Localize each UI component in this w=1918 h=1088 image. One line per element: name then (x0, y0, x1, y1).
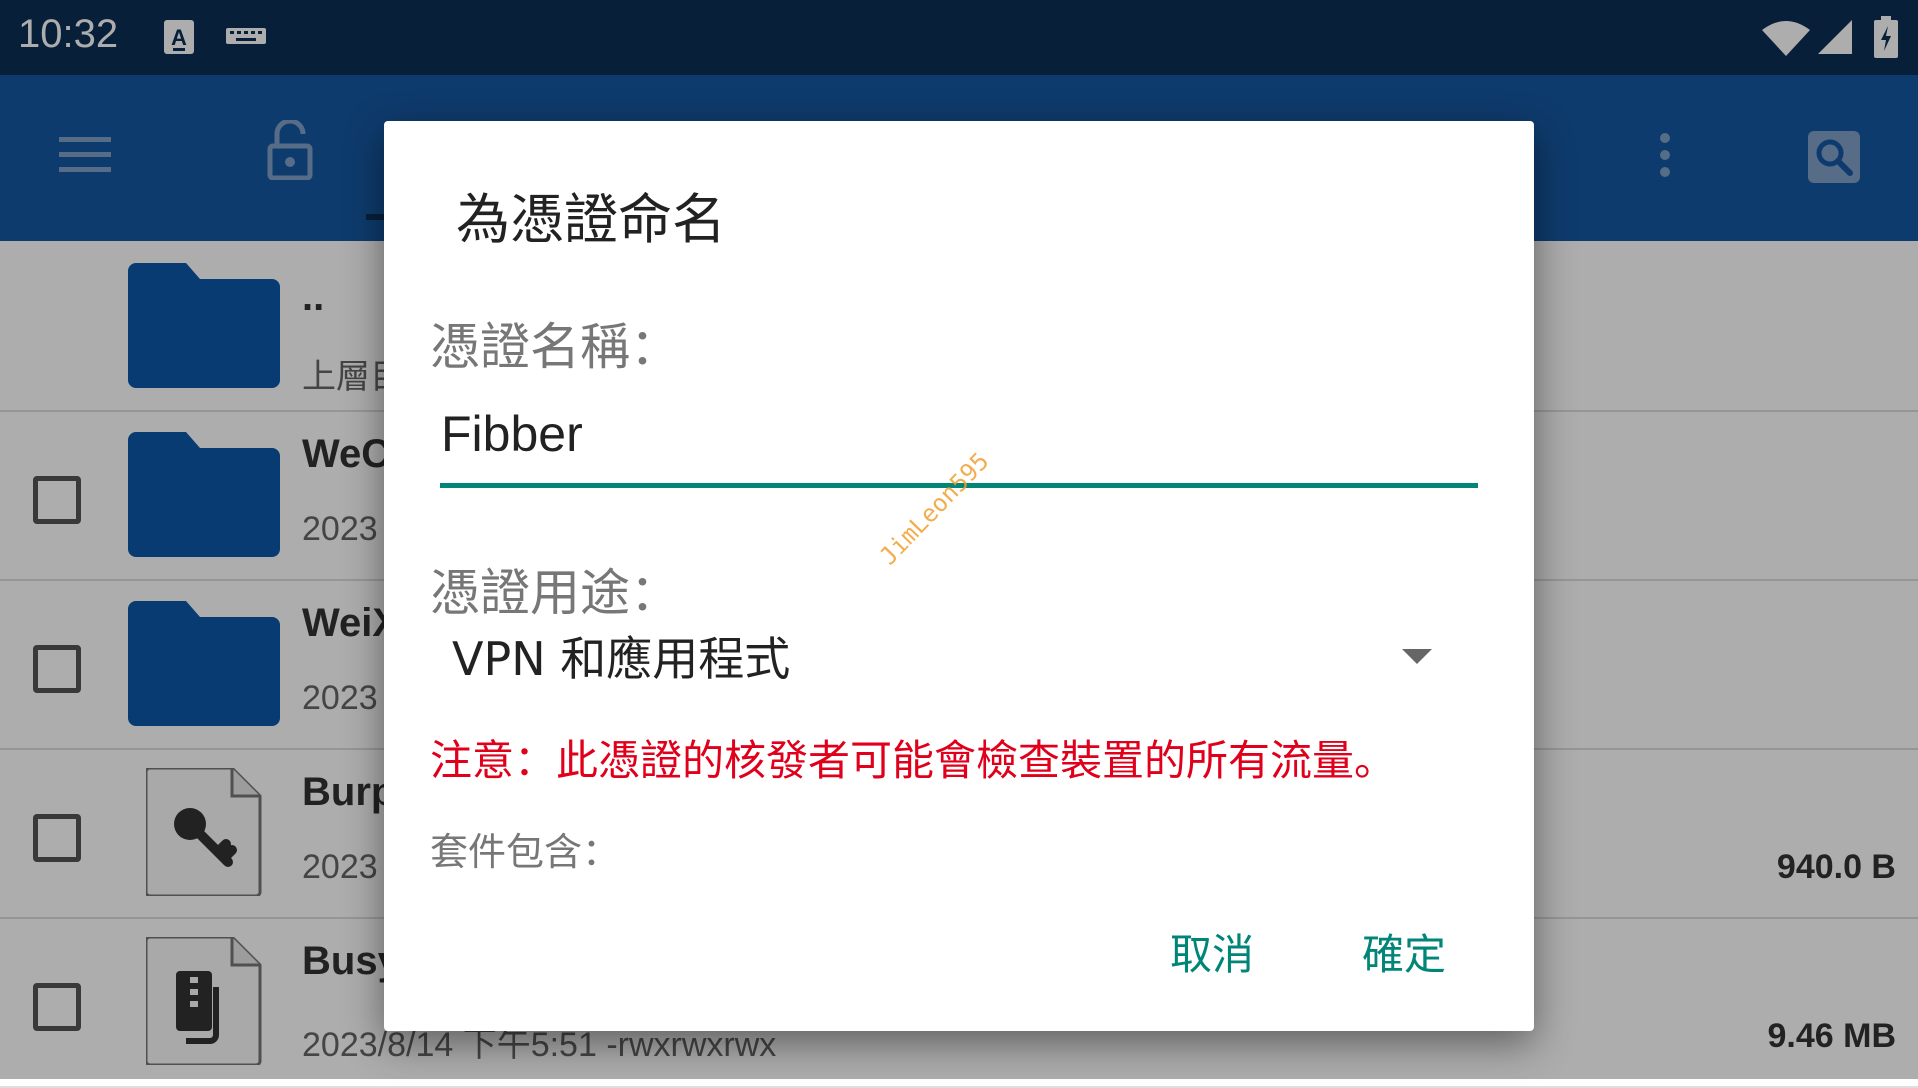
warning-text: 注意：此憑證的核發者可能會檢查裝置的所有流量。 (430, 736, 1397, 785)
ok-button[interactable]: 確定 (1362, 921, 1446, 982)
name-certificate-dialog: 為憑證命名 憑證名稱： Fibber 憑證用途： VPN 和應用程式 注意：此憑… (384, 121, 1534, 1031)
dialog-title: 為憑證命名 (456, 188, 726, 251)
cancel-button[interactable]: 取消 (1170, 921, 1254, 982)
package-contents-label: 套件包含： (430, 830, 621, 874)
certificate-name-input[interactable]: Fibber (441, 405, 1479, 463)
certificate-usage-label: 憑證用途： (430, 564, 680, 622)
watermark: JimLeon595 (874, 447, 995, 571)
certificate-name-label: 憑證名稱： (430, 318, 680, 376)
usage-selected-value: VPN 和應用程式 (452, 632, 791, 686)
dropdown-arrow-icon (1402, 649, 1432, 664)
